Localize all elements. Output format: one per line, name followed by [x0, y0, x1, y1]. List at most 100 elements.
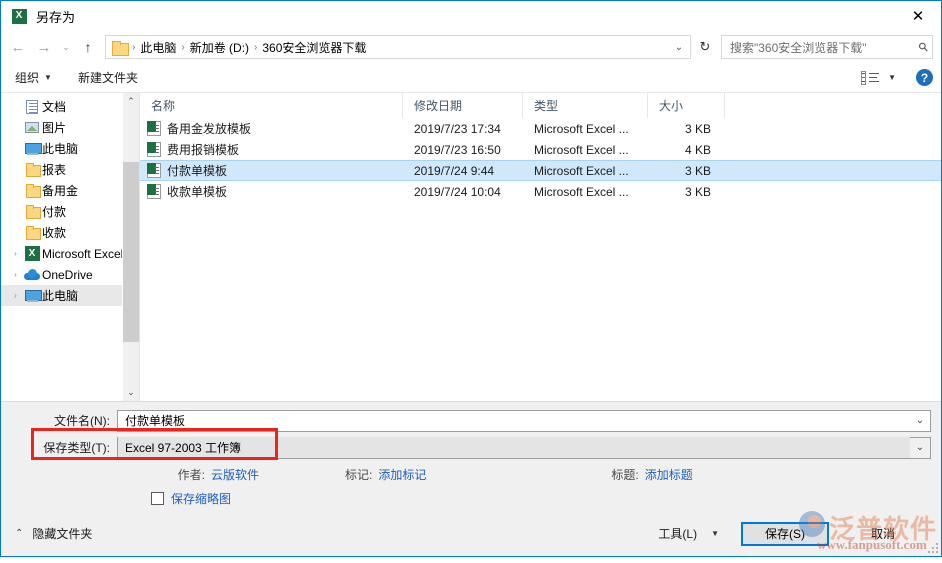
sidebar-item-2[interactable]: 此电脑⚲ [1, 138, 139, 159]
file-list-pane: 名称 ⌃ 修改日期 类型 大小 备用金发放模板2019/7/23 17:34Mi… [139, 93, 941, 401]
tools-label: 工具(L) [658, 525, 697, 542]
breadcrumb[interactable]: › 此电脑 › 新加卷 (D:) › 360安全浏览器下载 ⌄ [105, 35, 691, 59]
sidebar-item-label: Microsoft Excel [42, 247, 123, 261]
refresh-icon[interactable]: ↻ [693, 35, 717, 59]
title-value[interactable]: 添加标题 [645, 466, 693, 483]
chevron-right-icon[interactable]: › [9, 291, 22, 300]
search-input[interactable]: 搜索"360安全浏览器下载" ⚲ [721, 35, 933, 59]
chevron-up-icon: ⌃ [15, 528, 23, 539]
cancel-button[interactable]: 取消 [839, 522, 927, 546]
excel-icon: X [22, 246, 42, 261]
view-chevron-down-icon[interactable]: ▼ [888, 73, 896, 82]
column-header-size[interactable]: 大小 [648, 93, 725, 118]
column-header-name[interactable]: 名称 ⌃ [140, 93, 403, 118]
excel-icon: X [11, 8, 27, 24]
hide-folders-label: 隐藏文件夹 [32, 525, 92, 542]
table-row[interactable]: 备用金发放模板2019/7/23 17:34Microsoft Excel ..… [140, 118, 941, 139]
filetype-value: Excel 97-2003 工作簿 [118, 437, 910, 458]
scroll-up-icon[interactable]: ⌃ [123, 93, 139, 110]
sidebar-item-9[interactable]: › 此电脑 [1, 285, 139, 306]
file-name-cell: 付款单模板 [140, 162, 403, 179]
browser-area: 文档⚲图片⚲此电脑⚲报表备用金付款收款›XMicrosoft Excel›One… [1, 93, 941, 401]
breadcrumb-separator: › [252, 42, 259, 53]
breadcrumb-separator: › [179, 42, 186, 53]
sidebar-item-0[interactable]: 文档⚲ [1, 96, 139, 117]
chevron-down-icon[interactable]: ⌄ [910, 442, 930, 453]
chevron-down-icon[interactable]: ⌄ [910, 415, 930, 426]
new-folder-button[interactable]: 新建文件夹 [78, 69, 138, 86]
author-group: 作者: 云版软件 [1, 466, 259, 483]
sidebar-item-label: 图片 [42, 119, 66, 136]
search-placeholder: 搜索"360安全浏览器下载" [730, 39, 919, 56]
back-icon[interactable]: ← [5, 34, 31, 60]
forward-icon[interactable]: → [31, 34, 57, 60]
sidebar-item-6[interactable]: 收款 [1, 222, 139, 243]
column-header-date[interactable]: 修改日期 [403, 93, 523, 118]
tags-label: 标记: [345, 466, 372, 483]
sidebar-item-label: 备用金 [42, 182, 78, 199]
file-name-text: 备用金发放模板 [167, 120, 251, 137]
file-date-cell: 2019/7/23 16:50 [403, 143, 523, 157]
sidebar-item-4[interactable]: 备用金 [1, 180, 139, 201]
sidebar-item-5[interactable]: 付款 [1, 201, 139, 222]
sidebar-item-1[interactable]: 图片⚲ [1, 117, 139, 138]
computer-icon [22, 290, 42, 302]
file-type-cell: Microsoft Excel ... [523, 185, 648, 199]
filename-field[interactable]: 付款单模板 ⌄ [117, 410, 931, 432]
address-bar-row: ← → ⌄ ↑ › 此电脑 › 新加卷 (D:) › 360安全浏览器下载 ⌄ … [1, 31, 941, 63]
file-type-cell: Microsoft Excel ... [523, 143, 648, 157]
save-button[interactable]: 保存(S) [741, 522, 829, 546]
up-icon[interactable]: ↑ [75, 34, 101, 60]
filetype-select[interactable]: Excel 97-2003 工作簿 ⌄ [117, 437, 931, 459]
organize-button[interactable]: 组织 ▼ [15, 69, 52, 86]
sidebar-scrollbar[interactable]: ⌃ ⌄ [122, 93, 139, 401]
file-type-cell: Microsoft Excel ... [523, 164, 648, 178]
breadcrumb-separator: › [130, 42, 137, 53]
save-thumbnail-checkbox[interactable] [151, 492, 164, 505]
table-row[interactable]: 付款单模板2019/7/24 9:44Microsoft Excel ...3 … [140, 160, 941, 181]
page-title: 另存为 [36, 7, 75, 26]
sidebar-item-label: 此电脑 [42, 287, 78, 304]
details-view-icon[interactable] [861, 71, 879, 85]
sidebar-item-7[interactable]: ›XMicrosoft Excel [1, 243, 139, 264]
save-form: 文件名(N): 付款单模板 ⌄ 保存类型(T): Excel 97-2003 工… [1, 401, 941, 511]
close-icon[interactable]: ✕ [895, 1, 941, 31]
chevron-right-icon[interactable]: › [9, 249, 22, 258]
table-row[interactable]: 收款单模板2019/7/24 10:04Microsoft Excel ...3… [140, 181, 941, 202]
file-size-cell: 3 KB [648, 164, 725, 178]
tools-button[interactable]: 工具(L) ▼ [658, 525, 719, 542]
file-date-cell: 2019/7/24 10:04 [403, 185, 523, 199]
computer-icon [22, 143, 42, 155]
tags-group: 标记: 添加标记 [345, 466, 426, 483]
help-button[interactable]: ? [916, 69, 933, 86]
breadcrumb-item-0[interactable]: 此电脑 [137, 39, 179, 56]
chevron-right-icon[interactable]: › [9, 270, 22, 279]
recent-locations-icon[interactable]: ⌄ [57, 34, 75, 60]
file-name-text: 付款单模板 [167, 162, 227, 179]
excel-file-icon [147, 163, 161, 178]
breadcrumb-item-2[interactable]: 360安全浏览器下载 [259, 39, 369, 56]
folder-icon [22, 226, 42, 239]
hide-folders-button[interactable]: ⌃ 隐藏文件夹 [15, 525, 92, 542]
sidebar-item-8[interactable]: ›OneDrive [1, 264, 139, 285]
sidebar-item-3[interactable]: 报表 [1, 159, 139, 180]
chevron-down-icon: ▼ [44, 73, 52, 82]
table-row[interactable]: 费用报销模板2019/7/23 16:50Microsoft Excel ...… [140, 139, 941, 160]
scroll-down-icon[interactable]: ⌄ [123, 384, 139, 401]
resize-grip[interactable] [928, 543, 938, 553]
filetype-row: 保存类型(T): Excel 97-2003 工作簿 ⌄ [1, 436, 941, 459]
scrollbar-thumb[interactable] [123, 162, 139, 342]
tags-value[interactable]: 添加标记 [378, 466, 426, 483]
breadcrumb-item-1[interactable]: 新加卷 (D:) [187, 39, 252, 56]
file-name-cell: 备用金发放模板 [140, 120, 403, 137]
navigation-pane: 文档⚲图片⚲此电脑⚲报表备用金付款收款›XMicrosoft Excel›One… [1, 93, 139, 401]
document-icon [22, 100, 42, 114]
chevron-down-icon[interactable]: ⌄ [670, 42, 688, 53]
footer-actions: 工具(L) ▼ 保存(S) 取消 [658, 522, 927, 546]
file-type-cell: Microsoft Excel ... [523, 122, 648, 136]
excel-file-icon [147, 184, 161, 199]
folder-icon [112, 41, 128, 54]
column-header-type[interactable]: 类型 [523, 93, 648, 118]
folder-icon [22, 163, 42, 176]
author-value[interactable]: 云版软件 [211, 466, 259, 483]
